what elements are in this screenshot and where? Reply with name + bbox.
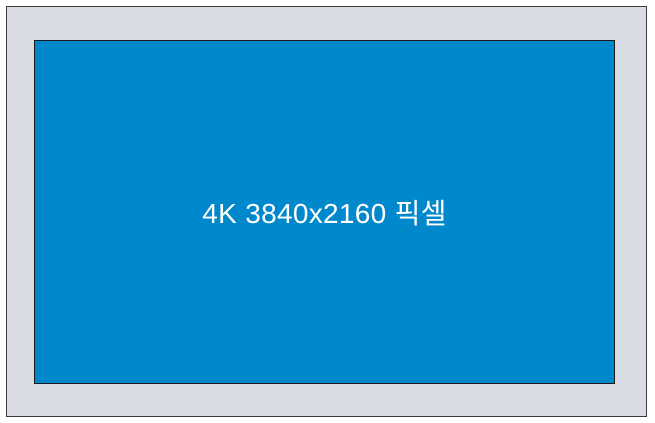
display-bezel: 4K 3840x2160 픽셀	[6, 6, 647, 417]
display-screen: 4K 3840x2160 픽셀	[34, 40, 615, 384]
resolution-label: 4K 3840x2160 픽셀	[202, 198, 447, 229]
